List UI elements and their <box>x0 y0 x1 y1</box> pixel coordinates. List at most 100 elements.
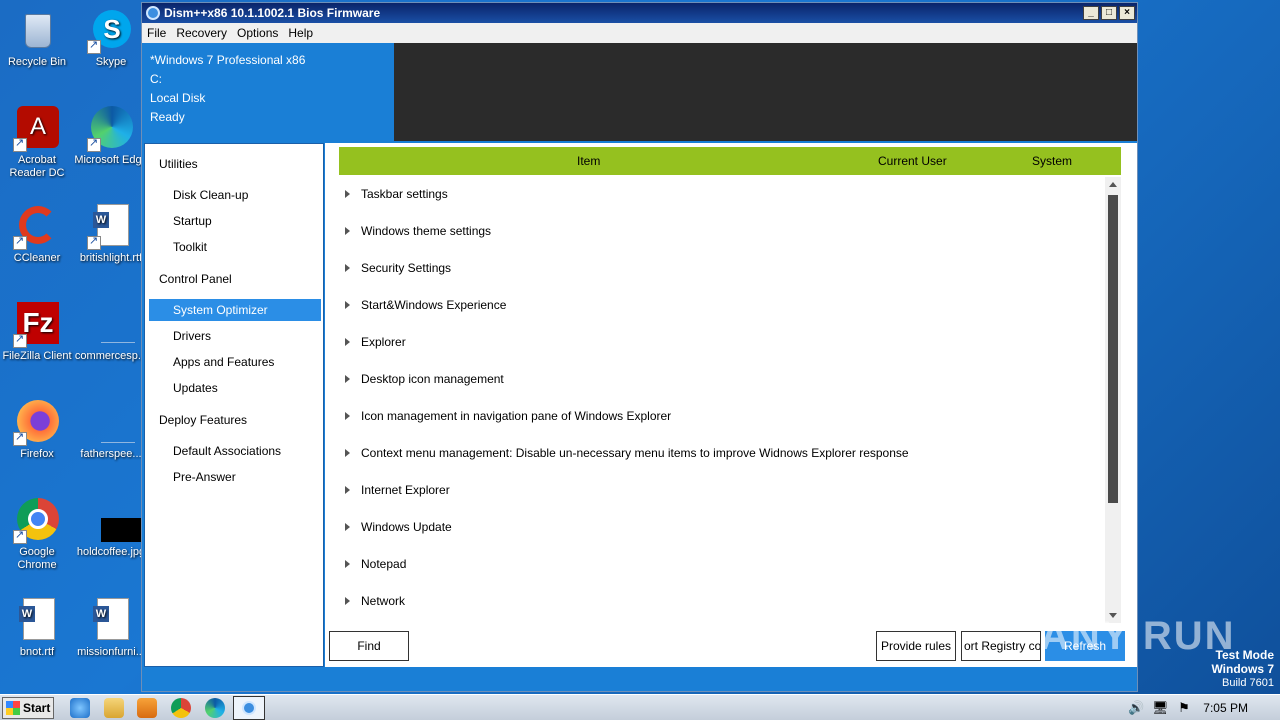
column-header-system[interactable]: System <box>1032 154 1072 168</box>
desktop-icon-recycle-bin[interactable]: Recycle Bin <box>0 6 74 69</box>
windows-logo-icon <box>6 701 20 715</box>
sidebar-item-pre-answer[interactable]: Pre-Answer <box>149 466 321 488</box>
list-item-label: Windows Update <box>361 519 452 534</box>
list-item-label: Notepad <box>361 556 407 571</box>
desktop-icon-skype[interactable]: S Skype <box>74 6 148 69</box>
list-item[interactable]: Icon management in navigation pane of Wi… <box>339 397 1105 434</box>
volume-icon[interactable]: 🔊 <box>1128 700 1144 716</box>
sidebar-item-disk-clean-up[interactable]: Disk Clean-up <box>149 184 321 206</box>
disk-name: Local Disk <box>150 91 206 105</box>
minimize-button[interactable]: _ <box>1083 6 1099 20</box>
menu-help[interactable]: Help <box>283 26 318 40</box>
list-item-label: Security Settings <box>361 260 452 275</box>
import-registry-button[interactable]: ort Registry co <box>961 631 1041 661</box>
desktop-icon-holdcoffee[interactable]: holdcoffee.jpg <box>74 496 148 559</box>
desktop-icon-label: britishlight.rtf <box>79 252 143 264</box>
sidebar-item-apps-and-features[interactable]: Apps and Features <box>149 351 321 373</box>
recycle-bin-icon <box>13 6 61 54</box>
expand-arrow-icon[interactable] <box>345 596 350 605</box>
desktop-icon-label: Skype <box>95 56 127 68</box>
clock[interactable]: 7:05 PM <box>1203 701 1248 715</box>
desktop-icon-bnot[interactable]: W bnot.rtf <box>0 596 74 659</box>
os-edition-label: Windows 7 <box>1211 662 1274 676</box>
test-mode-notice: Test Mode Windows 7 Build 7601 <box>1211 648 1274 690</box>
expand-arrow-icon[interactable] <box>345 374 350 383</box>
chrome-taskbar-icon[interactable] <box>171 698 191 718</box>
expand-arrow-icon[interactable] <box>345 337 350 346</box>
test-mode-label: Test Mode <box>1215 648 1274 662</box>
desktop-icon-commercesp[interactable]: commercesp... <box>74 300 148 363</box>
column-header-current-user[interactable]: Current User <box>878 154 947 168</box>
scroll-up-arrow-icon[interactable] <box>1109 182 1117 187</box>
desktop-icon-filezilla[interactable]: Fz FileZilla Client <box>0 300 74 363</box>
list-item[interactable]: Taskbar settings <box>339 175 1105 212</box>
desktop-icon-missionfurni[interactable]: W missionfurni... <box>74 596 148 659</box>
internet-explorer-icon[interactable] <box>70 698 90 718</box>
sidebar-item-drivers[interactable]: Drivers <box>149 325 321 347</box>
expand-arrow-icon[interactable] <box>345 485 350 494</box>
menu-options[interactable]: Options <box>232 26 283 40</box>
menu-file[interactable]: File <box>142 26 171 40</box>
list-item[interactable]: Windows Update <box>339 508 1105 545</box>
desktop-icon-firefox[interactable]: Firefox <box>0 398 74 461</box>
column-header-item[interactable]: Item <box>577 154 600 168</box>
action-center-flag-icon[interactable]: ⚑ <box>1176 700 1192 716</box>
desktop-icon-label: Acrobat Reader DC <box>9 154 65 179</box>
sidebar-item-startup[interactable]: Startup <box>149 210 321 232</box>
expand-arrow-icon[interactable] <box>345 300 350 309</box>
expand-arrow-icon[interactable] <box>345 559 350 568</box>
list-item[interactable]: Explorer <box>339 323 1105 360</box>
menu-recovery[interactable]: Recovery <box>171 26 232 40</box>
vertical-scrollbar[interactable] <box>1105 177 1121 623</box>
desktop-icon-edge[interactable]: Microsoft Edge <box>74 104 148 167</box>
list-item[interactable]: Network <box>339 582 1105 619</box>
scroll-thumb[interactable] <box>1108 195 1118 503</box>
session-info[interactable]: *Windows 7 Professional x86 C: Local Dis… <box>150 51 305 127</box>
desktop-icon-acrobat[interactable]: A Acrobat Reader DC <box>0 104 74 180</box>
os-name: *Windows 7 Professional x86 <box>150 53 306 67</box>
list-item-label: Explorer <box>361 334 406 349</box>
expand-arrow-icon[interactable] <box>345 226 350 235</box>
find-button[interactable]: Find <box>329 631 409 661</box>
image-file-icon <box>87 496 147 544</box>
firefox-icon <box>13 398 61 446</box>
expand-arrow-icon[interactable] <box>345 263 350 272</box>
list-item[interactable]: Notepad <box>339 545 1105 582</box>
sidebar-item-default-associations[interactable]: Default Associations <box>149 440 321 462</box>
list-item[interactable]: Desktop icon management <box>339 360 1105 397</box>
edge-taskbar-icon[interactable] <box>205 698 225 718</box>
desktop-icon-fatherspee[interactable]: fatherspee... <box>74 398 148 461</box>
list-item[interactable]: Windows theme settings <box>339 212 1105 249</box>
info-detail-panel <box>394 43 1137 141</box>
desktop-icon-chrome[interactable]: Google Chrome <box>0 496 74 572</box>
taskbar: Start 🔊 🖥 ⚑ 7:05 PM <box>0 694 1280 720</box>
dism-taskbar-button[interactable] <box>233 696 265 720</box>
list-item[interactable]: Security Settings <box>339 249 1105 286</box>
network-icon[interactable]: 🖥 <box>1152 700 1169 716</box>
expand-arrow-icon[interactable] <box>345 448 350 457</box>
sidebar-item-system-optimizer[interactable]: System Optimizer <box>149 299 321 321</box>
list-item-label: Internet Explorer <box>361 482 450 497</box>
menu-bar: File Recovery Options Help <box>142 23 1137 43</box>
dism-app-icon <box>146 6 160 20</box>
sidebar-item-updates[interactable]: Updates <box>149 377 321 399</box>
expand-arrow-icon[interactable] <box>345 411 350 420</box>
file-explorer-icon[interactable] <box>104 698 124 718</box>
desktop-icon-label: Recycle Bin <box>7 56 67 68</box>
dism-app-icon <box>242 701 256 715</box>
expand-arrow-icon[interactable] <box>345 189 350 198</box>
title-bar[interactable]: Dism++x86 10.1.1002.1 Bios Firmware _ □ … <box>142 3 1137 23</box>
close-button[interactable]: × <box>1119 6 1135 20</box>
list-item[interactable]: Start&Windows Experience <box>339 286 1105 323</box>
sidebar-item-toolkit[interactable]: Toolkit <box>149 236 321 258</box>
list-item[interactable]: Internet Explorer <box>339 471 1105 508</box>
list-item[interactable]: Context menu management: Disable un-nece… <box>339 434 1105 471</box>
provide-rules-button[interactable]: Provide rules <box>876 631 956 661</box>
start-button[interactable]: Start <box>2 697 54 719</box>
desktop-icon-britishlight[interactable]: W britishlight.rtf <box>74 202 148 265</box>
media-player-icon[interactable] <box>137 698 157 718</box>
desktop-icon-ccleaner[interactable]: CCleaner <box>0 202 74 265</box>
expand-arrow-icon[interactable] <box>345 522 350 531</box>
file-icon <box>87 398 135 446</box>
maximize-button[interactable]: □ <box>1101 6 1117 20</box>
